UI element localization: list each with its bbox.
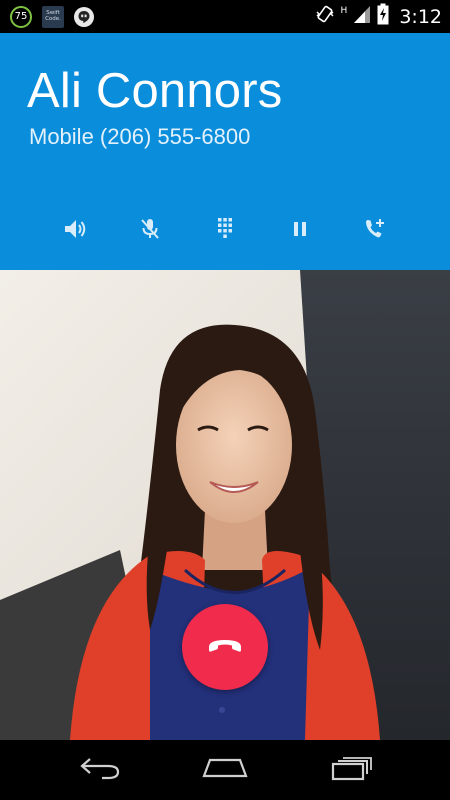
app-tile-line2: Code. (45, 15, 61, 22)
system-status-icons: H 3:12 (315, 3, 450, 30)
home-button[interactable] (190, 748, 260, 792)
clock: 3:12 (399, 5, 442, 28)
hang-up-icon (205, 625, 245, 670)
battery-notification-icon: 75 (10, 5, 32, 28)
network-type: H (340, 5, 348, 16)
call-header: Ali Connors Mobile (206) 555-6800 (0, 33, 450, 270)
mute-mic-icon (137, 216, 163, 247)
caller-name: Ali Connors (27, 64, 283, 118)
call-controls (0, 208, 450, 254)
battery-notification-value: 75 (14, 11, 28, 22)
add-call-button[interactable] (352, 208, 398, 254)
add-call-icon (362, 216, 388, 247)
signal-icon (353, 4, 371, 29)
recents-icon (329, 755, 373, 786)
navigation-bar (0, 740, 450, 800)
back-button[interactable] (65, 748, 135, 792)
mute-button[interactable] (127, 208, 173, 254)
dialpad-button[interactable] (202, 208, 248, 254)
vibrate-icon (315, 4, 335, 29)
recents-button[interactable] (316, 748, 386, 792)
home-icon (201, 755, 249, 786)
battery-charging-icon (377, 3, 389, 30)
app-notification-icon: Swift Code. (42, 5, 64, 28)
end-call-button[interactable] (182, 604, 268, 690)
caller-number: Mobile (206) 555-6800 (29, 124, 251, 149)
hold-button[interactable] (277, 208, 323, 254)
back-icon (78, 755, 122, 786)
speaker-button[interactable] (52, 208, 98, 254)
dialpad-icon (212, 216, 238, 247)
notification-icons: 75 Swift Code. (0, 5, 94, 28)
status-bar: 75 Swift Code. H 3:12 (0, 0, 450, 33)
hold-pause-icon (287, 216, 313, 247)
speaker-icon (62, 216, 88, 247)
hangouts-icon (74, 6, 94, 27)
